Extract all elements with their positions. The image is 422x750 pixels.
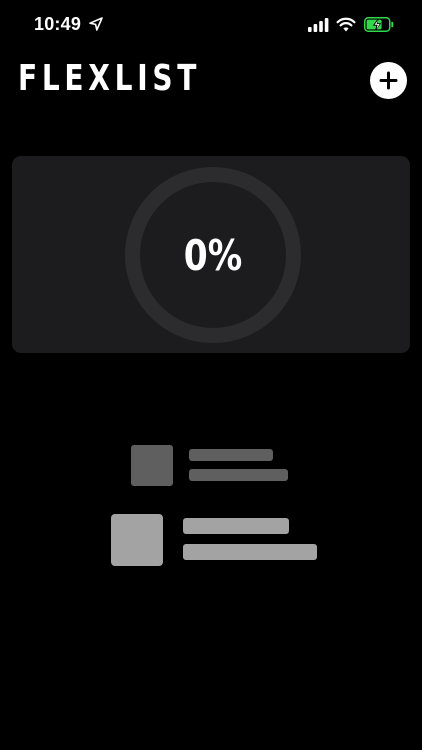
cellular-signal-icon (308, 18, 329, 32)
placeholder-line-wide (183, 518, 289, 534)
status-time: 10:49 (34, 14, 82, 34)
status-bar: 10:49 (0, 0, 422, 52)
wifi-icon (336, 17, 356, 32)
battery-charging-icon (364, 17, 394, 32)
app-logo: FLEXLIST (18, 58, 202, 99)
list-placeholder-icon (0, 430, 422, 580)
placeholder-thumbnail-large (111, 514, 163, 566)
placeholder-line-widest (183, 544, 317, 560)
placeholder-line-medium (189, 469, 288, 481)
app-screen: 10:49 FLEXLIST 0% (0, 0, 422, 750)
plus-icon (379, 71, 398, 90)
progress-percentage: 0% (183, 230, 243, 280)
placeholder-thumbnail-small (131, 445, 173, 486)
add-button[interactable] (370, 62, 407, 99)
placeholder-line-short (189, 449, 273, 461)
progress-card: 0% (12, 156, 410, 353)
location-arrow-icon (89, 17, 103, 31)
